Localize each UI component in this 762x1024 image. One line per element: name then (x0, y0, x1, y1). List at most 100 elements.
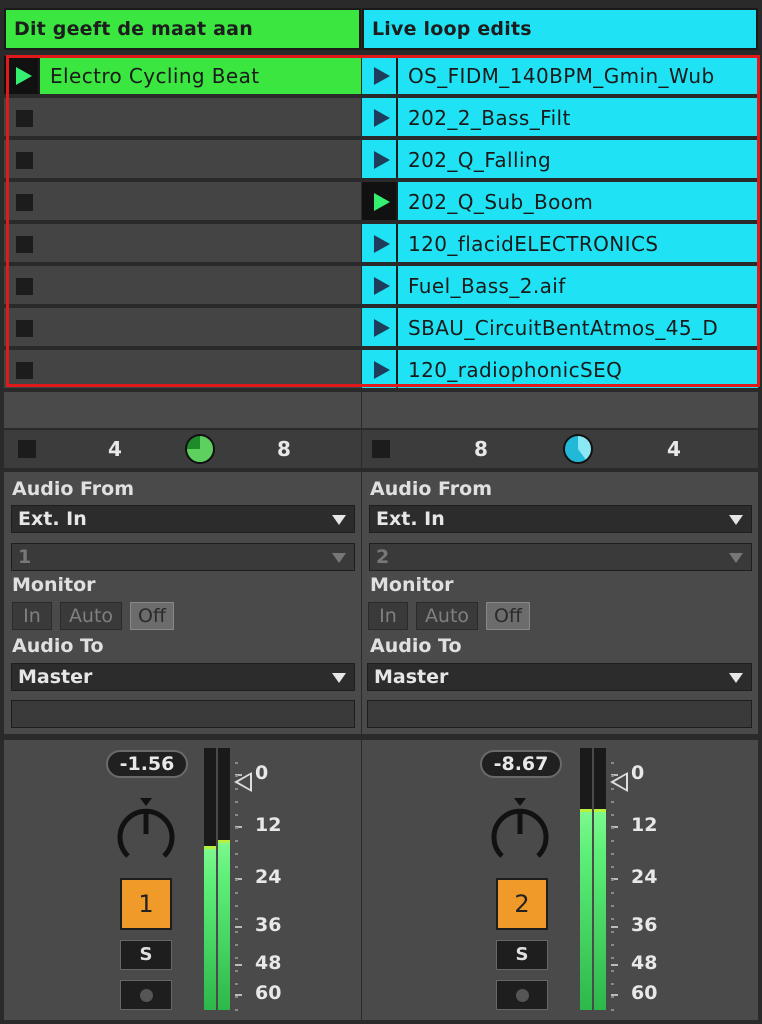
clip-play-button[interactable] (362, 56, 398, 94)
meter-scale-label: 36 (255, 914, 282, 936)
clip-play-button[interactable] (362, 308, 398, 346)
clip-slot-empty[interactable] (4, 350, 361, 390)
stop-icon[interactable] (16, 236, 33, 253)
stop-icon[interactable] (16, 152, 33, 169)
audio-from-source-select[interactable]: Ext. In (369, 505, 752, 533)
meter-scale-label: 0 (631, 762, 645, 784)
arm-button[interactable] (120, 980, 172, 1010)
track-1-header[interactable]: Dit geeft de maat aan (4, 8, 361, 50)
clip-play-button[interactable] (4, 56, 40, 94)
clip[interactable]: SBAU_CircuitBentAtmos_45_D (362, 308, 758, 346)
clip[interactable]: 202_Q_Falling (362, 140, 758, 178)
clip-play-button[interactable] (362, 98, 398, 136)
meter-fill (218, 842, 230, 1010)
monitor-in-button[interactable]: In (368, 602, 408, 630)
audio-from-source-value: Ext. In (18, 508, 87, 530)
stop-icon[interactable] (16, 194, 33, 211)
clip-slot[interactable]: 120_flacidELECTRONICS (362, 224, 758, 264)
stop-icon[interactable] (16, 110, 33, 127)
meter-scale-minor-tick (235, 801, 238, 803)
stop-icon[interactable] (16, 320, 33, 337)
monitor-in-button[interactable]: In (12, 602, 52, 630)
arm-button[interactable] (496, 980, 548, 1010)
clip-slot-empty[interactable] (4, 266, 361, 306)
audio-to-channel-box[interactable] (11, 700, 355, 728)
clip-slot[interactable]: 202_Q_Falling (362, 140, 758, 180)
clip[interactable]: 120_radiophonicSEQ (362, 350, 758, 388)
audio-to-select[interactable]: Master (367, 663, 752, 691)
audio-from-source-select[interactable]: Ext. In (11, 505, 355, 533)
meter-scale-tick (235, 964, 242, 966)
clip-name: OS_FIDM_140BPM_Gmin_Wub (408, 64, 715, 88)
audio-to-value: Master (18, 666, 93, 688)
meter-fill (580, 811, 592, 1010)
solo-button[interactable]: S (120, 940, 172, 970)
meter-scale-minor-tick (611, 918, 614, 920)
meter-scale-minor-tick (611, 970, 614, 972)
clip-slot-empty[interactable] (4, 98, 361, 138)
clip-slot[interactable]: Fuel_Bass_2.aif (362, 266, 758, 306)
clip[interactable]: 120_flacidELECTRONICS (362, 224, 758, 262)
clip-slot[interactable]: 202_2_Bass_Filt (362, 98, 758, 138)
meter-scale-minor-tick (235, 788, 238, 790)
track-activator-button[interactable]: 2 (496, 878, 548, 930)
clip-play-button[interactable] (362, 182, 398, 220)
meter-scale-minor-tick (611, 762, 614, 764)
play-icon (374, 151, 390, 169)
clip-slot[interactable]: SBAU_CircuitBentAtmos_45_D (362, 308, 758, 348)
clip-slot[interactable]: 120_radiophonicSEQ (362, 350, 758, 390)
clip-slot-empty[interactable] (4, 182, 361, 222)
clip[interactable]: 202_2_Bass_Filt (362, 98, 758, 136)
stop-all-icon[interactable] (372, 440, 390, 458)
clip-slot[interactable]: 202_Q_Sub_Boom (362, 182, 758, 222)
clip-play-button[interactable] (362, 350, 398, 388)
meter-scale-minor-tick (611, 957, 614, 959)
audio-to-select[interactable]: Master (11, 663, 355, 691)
clip-slot-empty[interactable] (4, 308, 361, 348)
pan-knob-icon[interactable] (116, 798, 176, 864)
track-activator-button[interactable]: 1 (120, 878, 172, 930)
volume-readout[interactable]: -1.56 (106, 750, 188, 778)
stop-icon[interactable] (16, 278, 33, 295)
clip-slot-empty[interactable] (4, 140, 361, 180)
monitor-auto-button[interactable]: Auto (60, 602, 122, 630)
clip-name: SBAU_CircuitBentAtmos_45_D (408, 316, 719, 340)
pan-knob-icon[interactable] (490, 798, 550, 864)
audio-from-channel-select[interactable]: 2 (369, 543, 752, 571)
drop-area[interactable] (362, 392, 758, 428)
monitor-auto-button[interactable]: Auto (416, 602, 478, 630)
track-2-header[interactable]: Live loop edits (362, 8, 758, 50)
monitor-off-button[interactable]: Off (486, 602, 530, 630)
meter-scale-minor-tick (611, 853, 614, 855)
clip-slot-empty[interactable] (4, 224, 361, 264)
clip-play-button[interactable] (362, 266, 398, 304)
audio-to-channel-box[interactable] (367, 700, 752, 728)
meter-scale-minor-tick (611, 905, 614, 907)
clip-play-button[interactable] (362, 224, 398, 262)
clip[interactable]: 202_Q_Sub_Boom (362, 182, 758, 220)
meter-scale-minor-tick (611, 983, 614, 985)
stop-all-icon[interactable] (18, 440, 36, 458)
clip-name: 202_Q_Sub_Boom (408, 190, 594, 214)
audio-from-channel-select[interactable]: 1 (11, 543, 355, 571)
meter-scale: 0 12 24 36 48 60 (611, 740, 711, 1020)
stop-icon[interactable] (16, 362, 33, 379)
solo-button[interactable]: S (496, 940, 548, 970)
clip[interactable]: OS_FIDM_140BPM_Gmin_Wub (362, 56, 758, 94)
clip-progress-pie-icon (185, 434, 215, 464)
monitor-off-button[interactable]: Off (130, 602, 174, 630)
clip[interactable]: Fuel_Bass_2.aif (362, 266, 758, 304)
chevron-down-icon (729, 553, 743, 563)
clip[interactable]: Electro Cycling Beat (4, 56, 361, 94)
drop-area[interactable] (4, 392, 361, 428)
meter-scale-minor-tick (611, 931, 614, 933)
status-right-number: 4 (667, 437, 681, 461)
clip-name: 202_Q_Falling (408, 148, 552, 172)
clip-play-button[interactable] (362, 140, 398, 178)
volume-readout[interactable]: -8.67 (480, 750, 562, 778)
meter-scale-tick (611, 926, 618, 928)
clip-slot[interactable]: Electro Cycling Beat (4, 56, 361, 96)
level-meter-left (580, 748, 592, 1010)
clip-slot[interactable]: OS_FIDM_140BPM_Gmin_Wub (362, 56, 758, 96)
monitor-label: Monitor (370, 574, 454, 596)
